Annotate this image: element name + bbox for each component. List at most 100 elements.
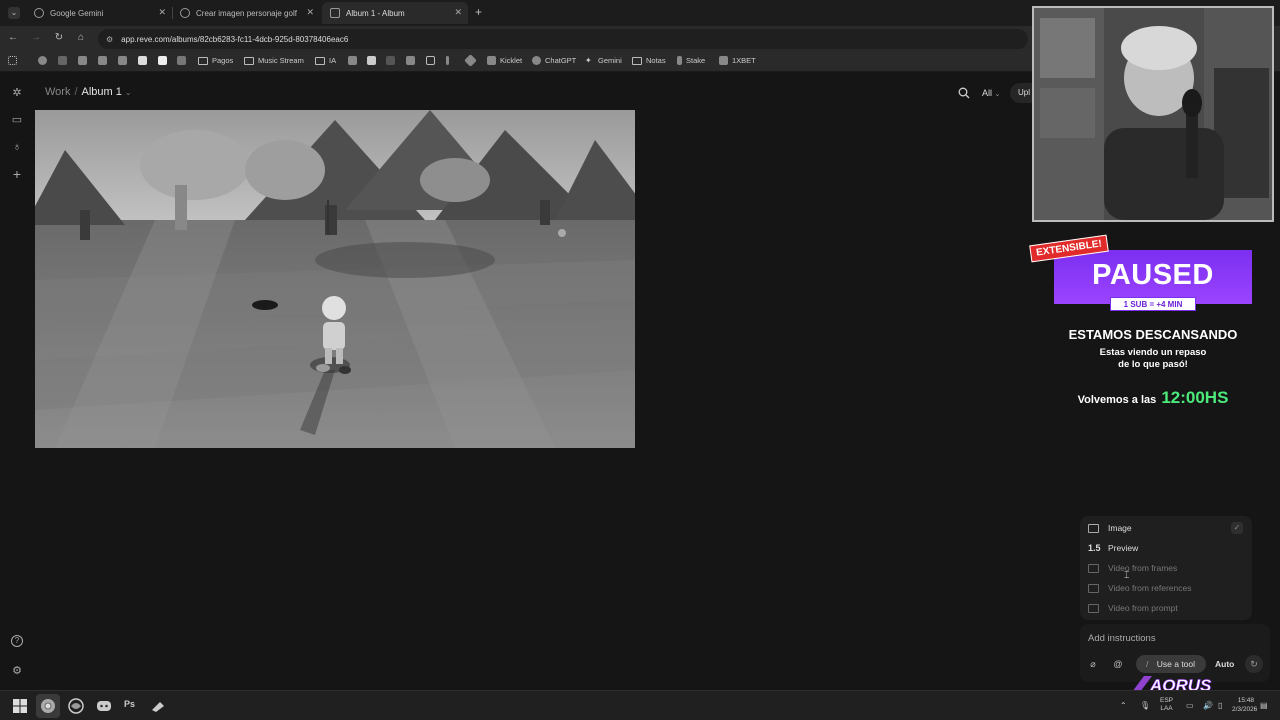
bookmark-site-icon[interactable] [464, 54, 477, 67]
new-tab-button[interactable]: + [475, 5, 482, 19]
lang-line: ESP [1160, 697, 1174, 704]
return-prefix: Volvemos a las [1077, 394, 1157, 406]
tool-menu-item-video-from-references[interactable]: Video from references [1088, 580, 1191, 596]
bookmark-site-icon[interactable] [386, 56, 395, 65]
tab-close-icon[interactable]: ✕ [454, 7, 462, 18]
webcam-overlay [1032, 6, 1274, 222]
album-image-golf-scene[interactable] [35, 110, 635, 448]
breadcrumb-album-title[interactable]: Album 1 [82, 86, 122, 98]
reve-app: ✲ ▭ ♁ + ? ⚙ Work / Album 1 ⌄ All ⌄ Upl [0, 72, 1068, 690]
clock[interactable]: 15:48 2/3/2026 [1232, 696, 1257, 714]
bookmark-folder-pagos[interactable]: Pagos [198, 56, 233, 65]
tab-close-icon[interactable]: ✕ [158, 7, 166, 18]
bookmark-folder-notas[interactable]: Notas [632, 56, 666, 65]
image-icon [1088, 523, 1099, 533]
breadcrumb-separator: / [74, 86, 78, 98]
gemini-favicon-icon [34, 8, 44, 18]
chatgpt-favicon-icon [180, 8, 190, 18]
bookmark-site-icon[interactable] [98, 56, 107, 65]
bookmark-kicklet[interactable]: Kicklet [487, 56, 522, 65]
add-icon[interactable]: + [10, 167, 24, 181]
lang-line: LAA [1160, 705, 1173, 712]
search-icon[interactable] [958, 87, 970, 99]
lightbulb-icon[interactable]: ♁ [10, 140, 24, 154]
attach-paperclip-icon[interactable]: ⌀ [1085, 656, 1101, 672]
windows-start-icon[interactable] [12, 698, 28, 714]
bookmark-site-icon[interactable] [446, 56, 449, 65]
clock-time: 15:48 [1237, 697, 1254, 704]
kicklet-icon [487, 56, 496, 65]
submit-refresh-icon[interactable]: ↻ [1245, 655, 1263, 673]
bookmark-stake[interactable]: Stake [677, 56, 705, 65]
volume-icon[interactable]: 🔊 [1203, 701, 1213, 710]
notification-icon[interactable]: ▤ [1260, 701, 1268, 710]
reve-logo-icon[interactable]: ✲ [10, 86, 24, 100]
break-subtitle: Estas viendo un repaso de lo que pasó! [1060, 347, 1246, 371]
paused-banner: PAUSED [1054, 250, 1252, 304]
home-icon[interactable]: ⌂ [74, 32, 88, 43]
bookmark-kick-icon[interactable] [367, 56, 376, 65]
bookmark-tiktok-icon[interactable] [406, 56, 415, 65]
bookmark-1xbet[interactable]: 1XBET [719, 56, 756, 65]
apps-grid-icon[interactable] [8, 56, 17, 65]
bookmark-site-icon[interactable] [158, 56, 167, 65]
bookmark-kick-icon[interactable] [138, 56, 147, 65]
network-icon[interactable]: ▭ [1186, 701, 1194, 710]
folder-icon [198, 56, 208, 65]
battery-icon[interactable]: ▯ [1218, 701, 1222, 710]
tool-menu-item-image[interactable]: Image [1088, 520, 1132, 536]
discord-icon[interactable] [96, 698, 112, 714]
input-language[interactable]: ESP LAA [1160, 697, 1173, 713]
breadcrumb-work-link[interactable]: Work [45, 86, 70, 98]
bookmark-site-icon[interactable] [177, 56, 186, 65]
chevron-down-icon: ⌄ [994, 91, 1001, 98]
mode-auto-toggle[interactable]: Auto [1215, 659, 1234, 669]
address-bar[interactable]: ⚙ app.reve.com/albums/82cb6283-fc11-4dcb… [98, 29, 1028, 49]
chevron-down-icon[interactable]: ⌄ [125, 88, 132, 97]
bookmark-instagram-icon[interactable] [426, 56, 435, 65]
browser-icon[interactable] [68, 698, 84, 714]
microphone-icon[interactable]: 🎙 [1140, 701, 1150, 710]
instructions-input[interactable]: Add instructions [1088, 633, 1156, 644]
url-text: app.reve.com/albums/82cb6283-fc11-4dcb-9… [121, 34, 349, 44]
help-icon[interactable]: ? [11, 635, 23, 647]
bookmark-gemini[interactable]: ✦ Gemini [585, 56, 622, 65]
bookmark-site-icon[interactable] [58, 56, 67, 65]
bookmark-facebook-icon[interactable] [38, 56, 47, 65]
bookmark-folder-ia[interactable]: IA [315, 56, 336, 65]
tool-menu-item-video-from-prompt[interactable]: Video from prompt [1088, 600, 1178, 616]
gemini-icon: ✦ [585, 56, 592, 65]
reload-icon[interactable]: ↻ [52, 32, 66, 43]
tab-close-icon[interactable]: ✕ [306, 7, 314, 18]
bookmark-chatgpt[interactable]: ChatGPT [532, 56, 576, 65]
1xbet-icon [719, 56, 728, 65]
use-tool-label: Use a tool [1156, 659, 1196, 669]
bookmark-site-icon[interactable] [78, 56, 87, 65]
bookmark-folder-music-stream[interactable]: Music Stream [244, 56, 304, 65]
break-title: ESTAMOS DESCANSANDO [1068, 327, 1238, 342]
library-icon[interactable]: ▭ [10, 113, 24, 127]
bookmark-site-icon[interactable] [348, 56, 357, 65]
steam-icon[interactable] [150, 698, 166, 714]
tab-album-1[interactable]: Album 1 - Album ✕ [322, 2, 468, 24]
photoshop-icon[interactable]: Ps [124, 699, 135, 709]
chrome-icon[interactable] [40, 698, 56, 714]
back-arrow-icon[interactable]: ← [6, 32, 20, 43]
tab-crear-imagen[interactable]: Crear imagen personaje golf ✕ [172, 2, 320, 24]
site-info-icon[interactable]: ⚙ [106, 35, 113, 44]
tray-chevron-up-icon[interactable]: ⌃ [1120, 701, 1127, 710]
mention-at-icon[interactable]: @ [1110, 656, 1126, 672]
tab-title: Google Gemini [50, 8, 104, 18]
tab-search-icon[interactable]: ⌄ [8, 7, 20, 19]
filter-dropdown[interactable]: All ⌄ [982, 88, 1000, 98]
use-a-tool-button[interactable]: / Use a tool [1136, 655, 1206, 673]
forward-arrow-icon[interactable]: → [29, 32, 43, 43]
menu-item-label: Video from frames [1108, 563, 1178, 573]
tool-menu-item-video-from-frames[interactable]: Video from frames [1088, 560, 1177, 576]
settings-gear-icon[interactable]: ⚙ [10, 664, 24, 678]
break-subtitle-line: de lo que pasó! [1118, 359, 1188, 370]
bookmark-site-icon[interactable] [118, 56, 127, 65]
tool-menu-item-preview[interactable]: 1.5 Preview [1088, 540, 1138, 556]
tab-title: Crear imagen personaje golf [196, 8, 297, 18]
tab-google-gemini[interactable]: Google Gemini ✕ [26, 2, 173, 24]
